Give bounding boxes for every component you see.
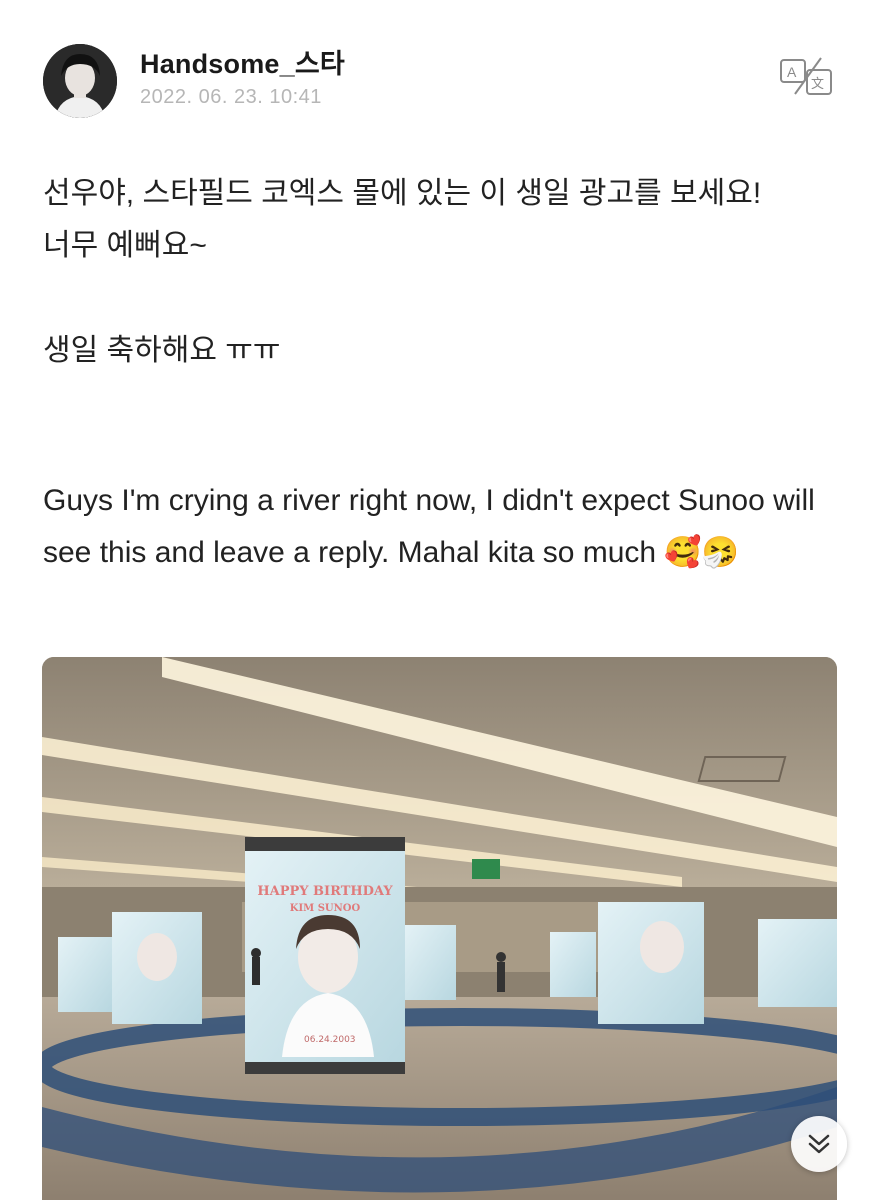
- post-paragraph-english: Guys I'm crying a river right now, I did…: [43, 484, 824, 569]
- translate-icon: A 文: [780, 57, 832, 95]
- post-photo[interactable]: HAPPY BIRTHDAY KIM SUNOO 06.24.2003: [42, 657, 837, 1200]
- avatar-image: [43, 44, 117, 118]
- mall-billboard-photo: HAPPY BIRTHDAY KIM SUNOO 06.24.2003: [42, 657, 837, 1200]
- post-timestamp: 2022. 06. 23. 10:41: [140, 86, 322, 108]
- author-name[interactable]: Handsome_스타: [140, 42, 345, 81]
- post-paragraph-birthday: 생일 축하해요 ㅠㅠ: [43, 334, 281, 367]
- post-paragraph-korean: 선우야, 스타필드 코엑스 몰에 있는 이 생일 광고를 보세요! 너무 예뻐요…: [43, 177, 762, 262]
- svg-text:文: 文: [811, 77, 824, 92]
- billboard-date: 06.24.2003: [304, 1035, 356, 1045]
- billboard-name: KIM SUNOO: [290, 903, 361, 914]
- scroll-down-button[interactable]: [791, 1116, 847, 1172]
- translate-button[interactable]: A 文: [778, 56, 838, 98]
- post-view: Handsome_스타 2022. 06. 23. 10:41 A 文 선우야,…: [0, 0, 880, 1200]
- chevron-double-down-icon: [808, 1134, 830, 1154]
- svg-text:A: A: [787, 64, 797, 80]
- billboard-headline: HAPPY BIRTHDAY: [257, 884, 393, 899]
- avatar[interactable]: [43, 44, 117, 118]
